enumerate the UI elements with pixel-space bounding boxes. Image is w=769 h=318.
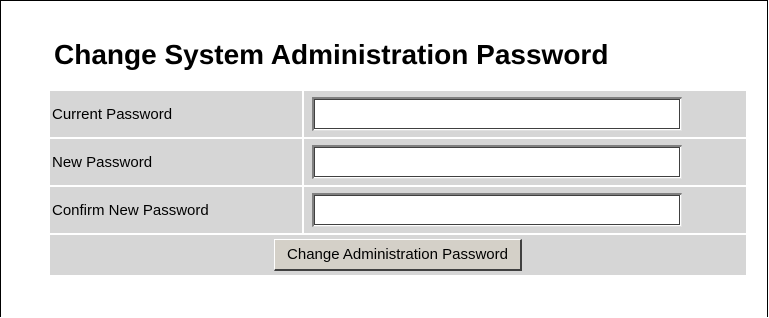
confirm-password-label: Confirm New Password [50, 187, 302, 233]
new-password-label: New Password [50, 139, 302, 185]
page-frame: Change System Administration Password Cu… [0, 0, 768, 317]
submit-cell: Change Administration Password [50, 235, 746, 275]
confirm-password-input[interactable] [312, 193, 682, 227]
form-row-confirm-password: Confirm New Password [50, 187, 746, 233]
new-password-cell [304, 139, 746, 185]
new-password-input[interactable] [312, 145, 682, 179]
form-row-new-password: New Password [50, 139, 746, 185]
password-form: Current Password New Password Confirm Ne… [48, 89, 748, 277]
current-password-cell [304, 91, 746, 137]
confirm-password-cell [304, 187, 746, 233]
change-password-button[interactable]: Change Administration Password [274, 239, 522, 271]
current-password-input[interactable] [312, 97, 682, 131]
page-title: Change System Administration Password [54, 39, 609, 70]
form-row-submit: Change Administration Password [50, 235, 746, 275]
current-password-label: Current Password [50, 91, 302, 137]
form-row-current-password: Current Password [50, 91, 746, 137]
